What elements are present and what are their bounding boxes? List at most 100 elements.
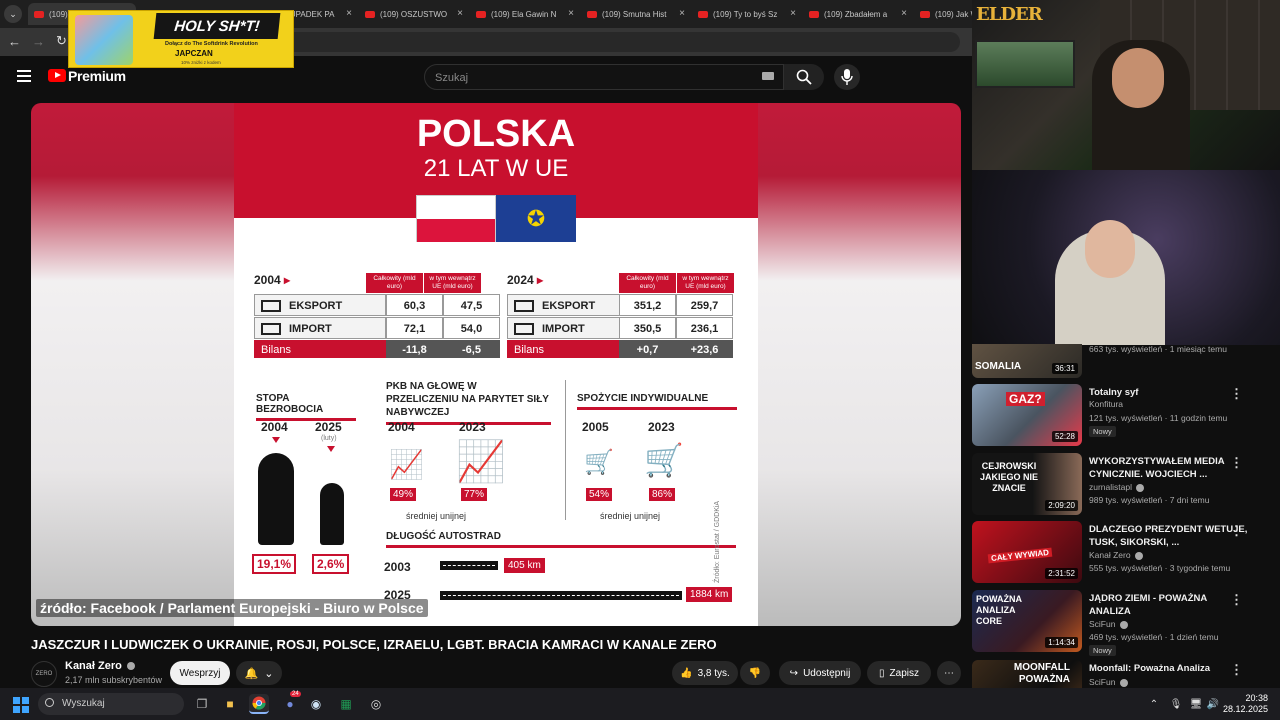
notification-badge: 24	[290, 691, 301, 697]
file-explorer-icon[interactable]: ■	[220, 694, 240, 714]
excel-icon[interactable]: ▦	[336, 694, 356, 714]
video-title[interactable]: DLACZEGO PREZYDENT WETUJE, TUSK, SIKORSK…	[1089, 523, 1249, 549]
browser-tab[interactable]: (109) Jak W	[914, 3, 972, 25]
more-vertical-icon[interactable]: ⋮	[1230, 455, 1243, 471]
verified-icon	[1119, 678, 1128, 687]
browser-tab[interactable]: (109) Zbadałem a ×	[803, 3, 911, 25]
share-icon: ↪	[789, 667, 799, 679]
browser-tab[interactable]: (109) Ty to byś Sz ×	[692, 3, 800, 25]
gdp-2004-value: 49%	[390, 488, 417, 501]
channel-name[interactable]: Konfitura	[1089, 399, 1123, 409]
more-vertical-icon[interactable]: ⋮	[1230, 523, 1243, 539]
channel-avatar[interactable]: ZERO	[31, 661, 57, 687]
motorway-2025-bar	[440, 591, 682, 600]
more-actions-button[interactable]: ⋯	[937, 661, 961, 685]
recommendation-item[interactable]: MOONFALL POWAŻNA Moonfall: Poważna Anali…	[972, 660, 1280, 688]
microphone-icon[interactable]: 🎙	[1166, 694, 1186, 714]
close-tab-icon[interactable]: ×	[790, 8, 796, 19]
video-thumbnail[interactable]: CAŁY WYWIAD 2:31:52	[972, 521, 1082, 583]
youtube-logo-icon[interactable]	[48, 69, 66, 82]
pointer-icon	[272, 437, 280, 443]
growth-chart-large-icon: 📈	[456, 440, 506, 484]
video-thumbnail[interactable]: SOMALIA 36:31	[972, 344, 1082, 378]
video-title[interactable]: Totalny syf	[1089, 386, 1249, 399]
channel-name[interactable]: zurnalistapl	[1089, 482, 1145, 492]
sponsor-ad-overlay: HOLY SH*T! Dołącz do The Softdrink Revol…	[68, 10, 294, 68]
person-small-icon	[320, 483, 344, 545]
chrome-icon[interactable]	[249, 694, 269, 714]
motorway-2003-value: 405 km	[504, 558, 545, 573]
recommendation-item[interactable]: SOMALIA 36:31 663 tys. wyświetleń · 1 mi…	[972, 344, 1280, 378]
support-button[interactable]: Wesprzyj	[170, 661, 230, 685]
infographic-title: POLSKA	[416, 113, 576, 155]
video-title[interactable]: WYKORZYSTYWAŁEM MEDIA CYNICZNIE. WOJCIEC…	[1089, 455, 1249, 481]
cell-total: 350,5	[619, 317, 676, 339]
video-title[interactable]: Moonfall: Poważna Analiza	[1089, 662, 1249, 675]
cell-eu: 236,1	[676, 317, 733, 339]
shopping-cart-small-icon: 🛒	[584, 449, 614, 476]
tab-search-button[interactable]: ⌄	[4, 5, 22, 23]
video-thumbnail[interactable]: POWAŻNA ANALIZA CORE 1:14:34	[972, 590, 1082, 652]
video-meta: 989 tys. wyświetleń · 7 dni temu	[1089, 495, 1210, 505]
close-tab-icon[interactable]: ×	[568, 8, 574, 19]
taskbar-search-input[interactable]: Wyszukaj	[38, 693, 184, 715]
task-view-icon[interactable]: ❐	[192, 694, 212, 714]
recommendation-item[interactable]: CEJROWSKI JAKIEGO NIE ZNACIE 2:09:20 WYK…	[972, 453, 1280, 517]
volume-icon[interactable]: 🔊	[1203, 694, 1223, 714]
close-tab-icon[interactable]: ×	[679, 8, 685, 19]
channel-name[interactable]: Kanał Zero	[1089, 550, 1143, 560]
more-vertical-icon[interactable]: ⋮	[1230, 592, 1243, 608]
webcam-background-aquarium	[975, 40, 1075, 88]
notifications-button[interactable]: 🔔 ⌄	[236, 661, 282, 685]
channel-name[interactable]: Kanał Zero	[65, 660, 135, 672]
youtube-premium-logo[interactable]: Premium	[68, 68, 126, 84]
menu-hamburger-icon[interactable]	[17, 70, 31, 82]
windows-start-icon[interactable]	[13, 697, 29, 713]
close-tab-icon[interactable]: ×	[346, 8, 352, 19]
infographic-subtitle: 21 LAT W UE	[423, 155, 569, 182]
save-button[interactable]: ▯ Zapisz	[867, 661, 931, 685]
duration-badge: 52:28	[1051, 431, 1078, 442]
more-vertical-icon[interactable]: ⋮	[1230, 662, 1243, 678]
search-button[interactable]	[784, 64, 824, 90]
video-title[interactable]: JĄDRO ZIEMI - POWAŻNA ANALIZA	[1089, 592, 1249, 618]
table-row-balance: Bilans -11,8 -6,5	[254, 340, 504, 358]
column-header-eu: w tym wewnątrz UE (mld euro)	[424, 273, 481, 293]
reload-icon[interactable]: ↻	[56, 33, 67, 49]
channel-name[interactable]: SciFun	[1089, 677, 1128, 687]
recommendation-item[interactable]: GAZ? 52:28 Totalny syf Konfitura 121 tys…	[972, 384, 1280, 448]
search-input[interactable]: Szukaj	[424, 64, 784, 90]
browser-tab[interactable]: (109) Smutna Hist ×	[581, 3, 689, 25]
browser-tab[interactable]: (109) OSZUSTWO ×	[359, 3, 467, 25]
steam-icon[interactable]: ◉	[306, 694, 326, 714]
recommendation-item[interactable]: CAŁY WYWIAD 2:31:52 DLACZEGO PREZYDENT W…	[972, 521, 1280, 585]
microphone-icon	[841, 69, 853, 85]
more-vertical-icon[interactable]: ⋮	[1230, 386, 1243, 402]
obs-icon[interactable]: ◎	[366, 694, 386, 714]
video-source-caption: źródło: Facebook / Parlament Europejski …	[36, 599, 428, 617]
table-row: IMPORT 350,5 236,1	[507, 317, 757, 339]
browser-tab[interactable]: (109) Ela Gawin N ×	[470, 3, 578, 25]
video-player[interactable]: POLSKA 21 LAT W UE ✪ 2004 ▸ Całkowity (m…	[31, 103, 961, 626]
voice-search-button[interactable]	[834, 64, 860, 90]
table-row: IMPORT 72,1 54,0	[254, 317, 504, 339]
column-header-total: Całkowity (mld euro)	[366, 273, 423, 293]
recommendation-item[interactable]: POWAŻNA ANALIZA CORE 1:14:34 JĄDRO ZIEMI…	[972, 590, 1280, 656]
dislike-button[interactable]: 👎	[740, 661, 770, 685]
back-arrow-icon[interactable]: ←	[8, 34, 21, 49]
keyboard-icon[interactable]	[762, 72, 774, 80]
forward-arrow-icon[interactable]: →	[32, 34, 45, 49]
chevron-up-icon[interactable]: ⌃	[1144, 694, 1164, 714]
channel-name[interactable]: SciFun	[1089, 619, 1128, 629]
close-tab-icon[interactable]: ×	[457, 8, 463, 19]
video-thumbnail[interactable]: MOONFALL POWAŻNA	[972, 660, 1082, 688]
system-clock[interactable]: 20:38 28.12.2025	[1222, 693, 1268, 715]
like-button[interactable]: 👍 3,8 tys.	[672, 661, 738, 685]
video-thumbnail[interactable]: CEJROWSKI JAKIEGO NIE ZNACIE 2:09:20	[972, 453, 1082, 515]
gdp-note: średniej unijnej	[406, 511, 467, 521]
poland-flag-icon	[416, 195, 496, 242]
close-tab-icon[interactable]: ×	[901, 8, 907, 19]
discord-icon[interactable]: ● 24	[280, 691, 301, 714]
share-button[interactable]: ↪ Udostępnij	[779, 661, 861, 685]
video-thumbnail[interactable]: GAZ? 52:28	[972, 384, 1082, 446]
